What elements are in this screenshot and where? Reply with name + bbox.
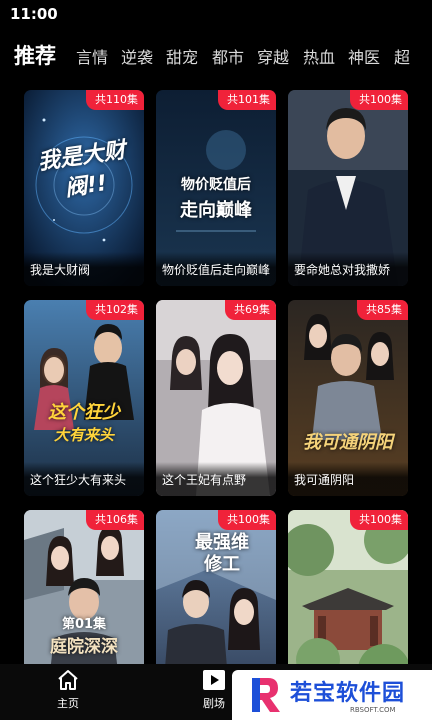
status-bar: 11:00 (0, 0, 432, 30)
tab-recommend[interactable]: 推荐 (14, 40, 56, 70)
episode-badge: 共85集 (357, 300, 408, 320)
episode-badge: 共101集 (218, 90, 276, 110)
nav-home-label: 主页 (57, 697, 79, 710)
drama-title: 物价贬值后走向巅峰 (156, 252, 276, 286)
episode-badge: 共106集 (86, 510, 144, 530)
category-tabs: 推荐 言情 逆袭 甜宠 都市 穿越 热血 神医 超 (0, 40, 432, 70)
poster-title-art: 我可通阴阳 (303, 432, 393, 453)
watermark: 若宝软件园 RBSOFT.COM (232, 670, 432, 720)
drama-title: 这个狂少大有来头 (24, 462, 144, 496)
episode-badge: 共69集 (225, 300, 276, 320)
tab-action[interactable]: 热血 (303, 44, 335, 68)
tab-super[interactable]: 超 (394, 44, 410, 68)
drama-card[interactable]: 我可通阴阳 共85集 我可通阴阳 (288, 300, 408, 496)
drama-card[interactable]: 物价贬值后 走向巅峰 共101集 物价贬值后走向巅峰 (156, 90, 276, 286)
episode-badge: 共100集 (350, 510, 408, 530)
drama-card[interactable]: 我是大财阀!! 共110集 我是大财阀 (24, 90, 144, 286)
drama-title: 我是大财阀 (24, 252, 144, 286)
tab-time-travel[interactable]: 穿越 (257, 44, 289, 68)
drama-card[interactable]: 共69集 这个王妃有点野 (156, 300, 276, 496)
drama-title: 这个王妃有点野 (156, 462, 276, 496)
nav-theater-label: 剧场 (203, 697, 225, 710)
tab-romance[interactable]: 言情 (76, 44, 108, 68)
drama-title: 我可通阴阳 (288, 462, 408, 496)
nav-home[interactable]: 主页 (48, 668, 88, 711)
poster-title-art: 最强维修工 (195, 532, 249, 575)
poster-title-art: 这个狂少 大有来头 (48, 402, 120, 444)
episode-badge: 共110集 (86, 90, 144, 110)
home-icon (58, 670, 78, 690)
drama-title: 要命她总对我撒娇 (288, 252, 408, 286)
drama-card[interactable]: 这个狂少 大有来头 共102集 这个狂少大有来头 (24, 300, 144, 496)
tab-comeback[interactable]: 逆袭 (121, 44, 153, 68)
episode-badge: 共100集 (218, 510, 276, 530)
tab-urban[interactable]: 都市 (212, 44, 244, 68)
watermark-text: 若宝软件园 (290, 681, 406, 706)
poster-title-art: 物价贬值后 走向巅峰 (180, 177, 252, 221)
episode-badge: 共100集 (350, 90, 408, 110)
drama-card[interactable]: 共100集 要命她总对我撒娇 (288, 90, 408, 286)
watermark-url: RBSOFT.COM (350, 706, 396, 714)
tab-sweet[interactable]: 甜宠 (166, 44, 198, 68)
poster-title-art: 第01集 庭院深深 (50, 617, 118, 657)
watermark-logo (252, 678, 280, 712)
episode-badge: 共102集 (86, 300, 144, 320)
nav-theater[interactable]: 剧场 (194, 668, 234, 711)
play-icon (203, 670, 225, 690)
status-time: 11:00 (10, 5, 58, 23)
tab-doctor[interactable]: 神医 (348, 44, 380, 68)
